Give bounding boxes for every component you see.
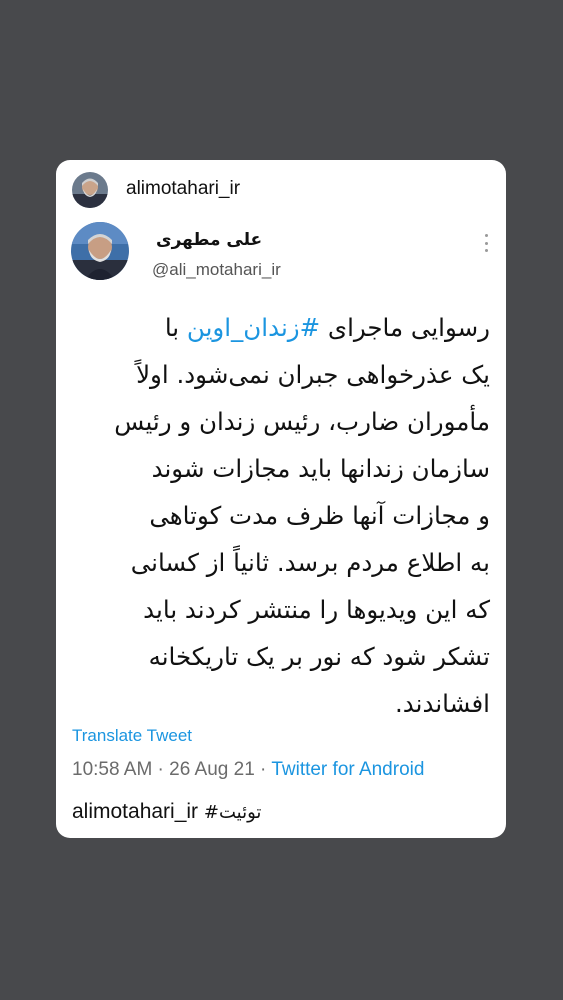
avatar-image: [72, 172, 108, 208]
top-username[interactable]: alimotahari_ir: [126, 178, 240, 200]
tweet-card: alimotahari_ir علی مطهری @ali_motahari_i…: [56, 160, 506, 838]
footer-username: alimotahari_ir: [72, 800, 199, 823]
avatar-image: [71, 222, 129, 280]
translate-tweet-link[interactable]: Translate Tweet: [72, 726, 192, 746]
top-avatar[interactable]: [72, 172, 108, 208]
meta-separator: ·: [254, 759, 272, 780]
footer-caption: alimotahari_ir #توئیت: [72, 800, 261, 824]
meta-separator: ·: [152, 759, 170, 780]
tweet-meta: 10:58 AM · 26 Aug 21 · Twitter for Andro…: [72, 759, 424, 781]
tweet-text-rest: با یک عذرخواهی جبران نمی‌شود. اولاً مأمو…: [114, 313, 490, 718]
author-display-name[interactable]: علی مطهری: [156, 230, 262, 250]
author-avatar[interactable]: [71, 222, 129, 280]
more-vertical-icon[interactable]: [482, 234, 490, 252]
tweet-date[interactable]: 26 Aug 21: [169, 759, 255, 780]
tweet-source[interactable]: Twitter for Android: [271, 759, 424, 780]
footer-hashtag: #توئیت: [203, 802, 262, 823]
hashtag-link[interactable]: #زندان_اوین: [187, 313, 320, 342]
author-handle[interactable]: @ali_motahari_ir: [152, 260, 281, 280]
tweet-text-start: رسوایی ماجرای: [320, 313, 490, 342]
tweet-time[interactable]: 10:58 AM: [72, 759, 152, 780]
tweet-text: رسوایی ماجرای #زندان_اوین با یک عذرخواهی…: [70, 304, 490, 727]
